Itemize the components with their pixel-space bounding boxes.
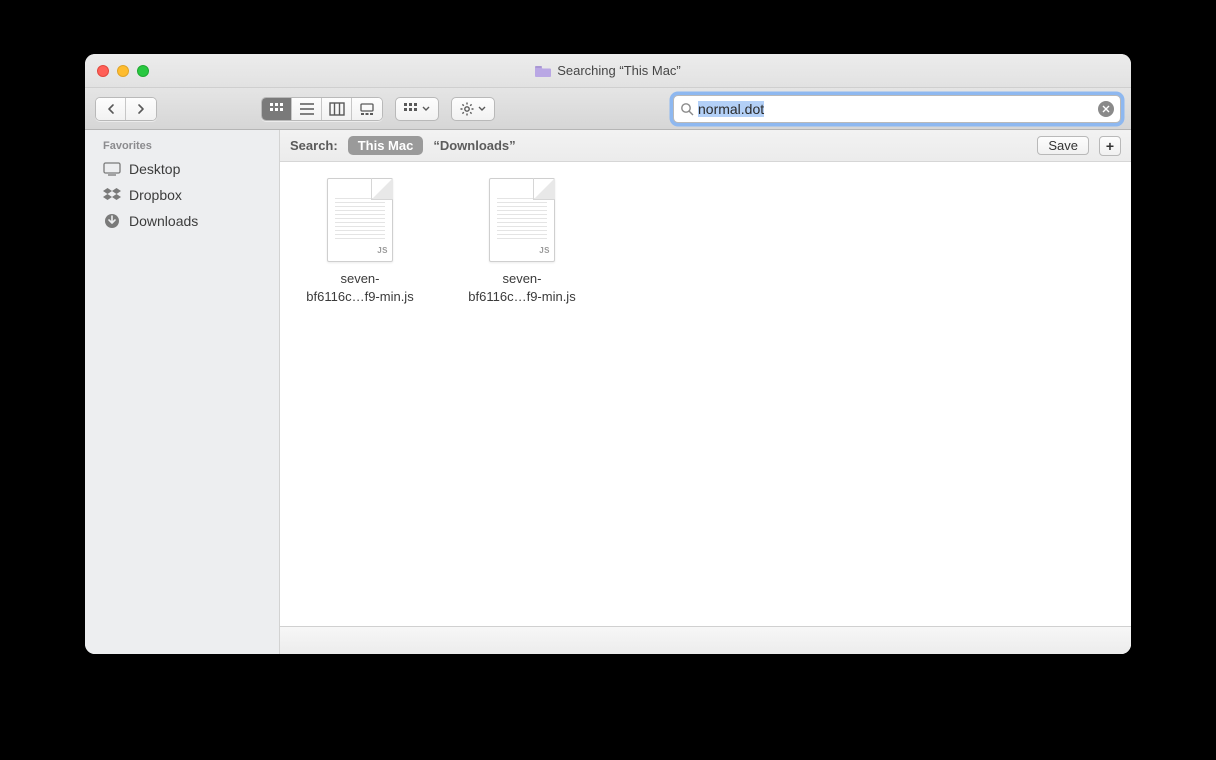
sidebar-item-desktop[interactable]: Desktop — [85, 156, 279, 182]
sidebar-header-favorites: Favorites — [85, 136, 279, 156]
titlebar: Searching “This Mac” — [85, 54, 1131, 88]
gallery-view-button[interactable] — [352, 98, 382, 120]
window-controls — [85, 65, 149, 77]
sidebar-item-downloads[interactable]: Downloads — [85, 208, 279, 234]
downloads-icon — [103, 213, 121, 229]
back-button[interactable] — [96, 98, 126, 120]
window-body: Favorites Desktop Dropbox Downloads — [85, 130, 1131, 654]
sidebar-item-label: Dropbox — [129, 187, 182, 203]
clear-search-button[interactable] — [1098, 101, 1114, 117]
sidebar: Favorites Desktop Dropbox Downloads — [85, 130, 280, 654]
icon-view-button[interactable] — [262, 98, 292, 120]
scope-this-mac[interactable]: This Mac — [348, 136, 424, 155]
save-search-button[interactable]: Save — [1037, 136, 1089, 155]
search-label: Search: — [290, 138, 338, 153]
smart-folder-icon — [535, 64, 551, 78]
group-by-button[interactable] — [395, 97, 439, 121]
view-mode-buttons — [261, 97, 383, 121]
scope-downloads[interactable]: “Downloads” — [433, 138, 515, 153]
content-area: Search: This Mac “Downloads” Save + JS — [280, 130, 1131, 654]
file-item[interactable]: JS seven- bf6116c…f9-min.js — [290, 178, 430, 305]
status-bar — [280, 626, 1131, 654]
list-view-button[interactable] — [292, 98, 322, 120]
search-icon — [680, 102, 694, 116]
column-view-button[interactable] — [322, 98, 352, 120]
minimize-button[interactable] — [117, 65, 129, 77]
action-button[interactable] — [451, 97, 495, 121]
sidebar-item-label: Downloads — [129, 213, 198, 229]
file-name: seven- bf6116c…f9-min.js — [306, 270, 413, 305]
search-input[interactable] — [698, 101, 1098, 117]
file-item[interactable]: JS seven- bf6116c…f9-min.js — [452, 178, 592, 305]
search-scope-bar: Search: This Mac “Downloads” Save + — [280, 130, 1131, 162]
js-file-icon: JS — [489, 178, 555, 262]
sidebar-item-label: Desktop — [129, 161, 180, 177]
file-name: seven- bf6116c…f9-min.js — [468, 270, 575, 305]
window-title: Searching “This Mac” — [557, 63, 681, 78]
finder-window: Searching “This Mac” — [85, 54, 1131, 654]
add-criteria-button[interactable]: + — [1099, 136, 1121, 156]
js-file-icon: JS — [327, 178, 393, 262]
nav-buttons — [95, 97, 157, 121]
sidebar-item-dropbox[interactable]: Dropbox — [85, 182, 279, 208]
toolbar — [85, 88, 1131, 130]
chevron-down-icon — [422, 106, 430, 112]
close-button[interactable] — [97, 65, 109, 77]
search-field-wrap — [673, 95, 1121, 123]
chevron-down-icon — [478, 106, 486, 112]
desktop-icon — [103, 162, 121, 176]
gear-icon — [460, 102, 474, 116]
forward-button[interactable] — [126, 98, 156, 120]
zoom-button[interactable] — [137, 65, 149, 77]
dropbox-icon — [103, 188, 121, 202]
file-grid[interactable]: JS seven- bf6116c…f9-min.js JS — [280, 162, 1131, 626]
